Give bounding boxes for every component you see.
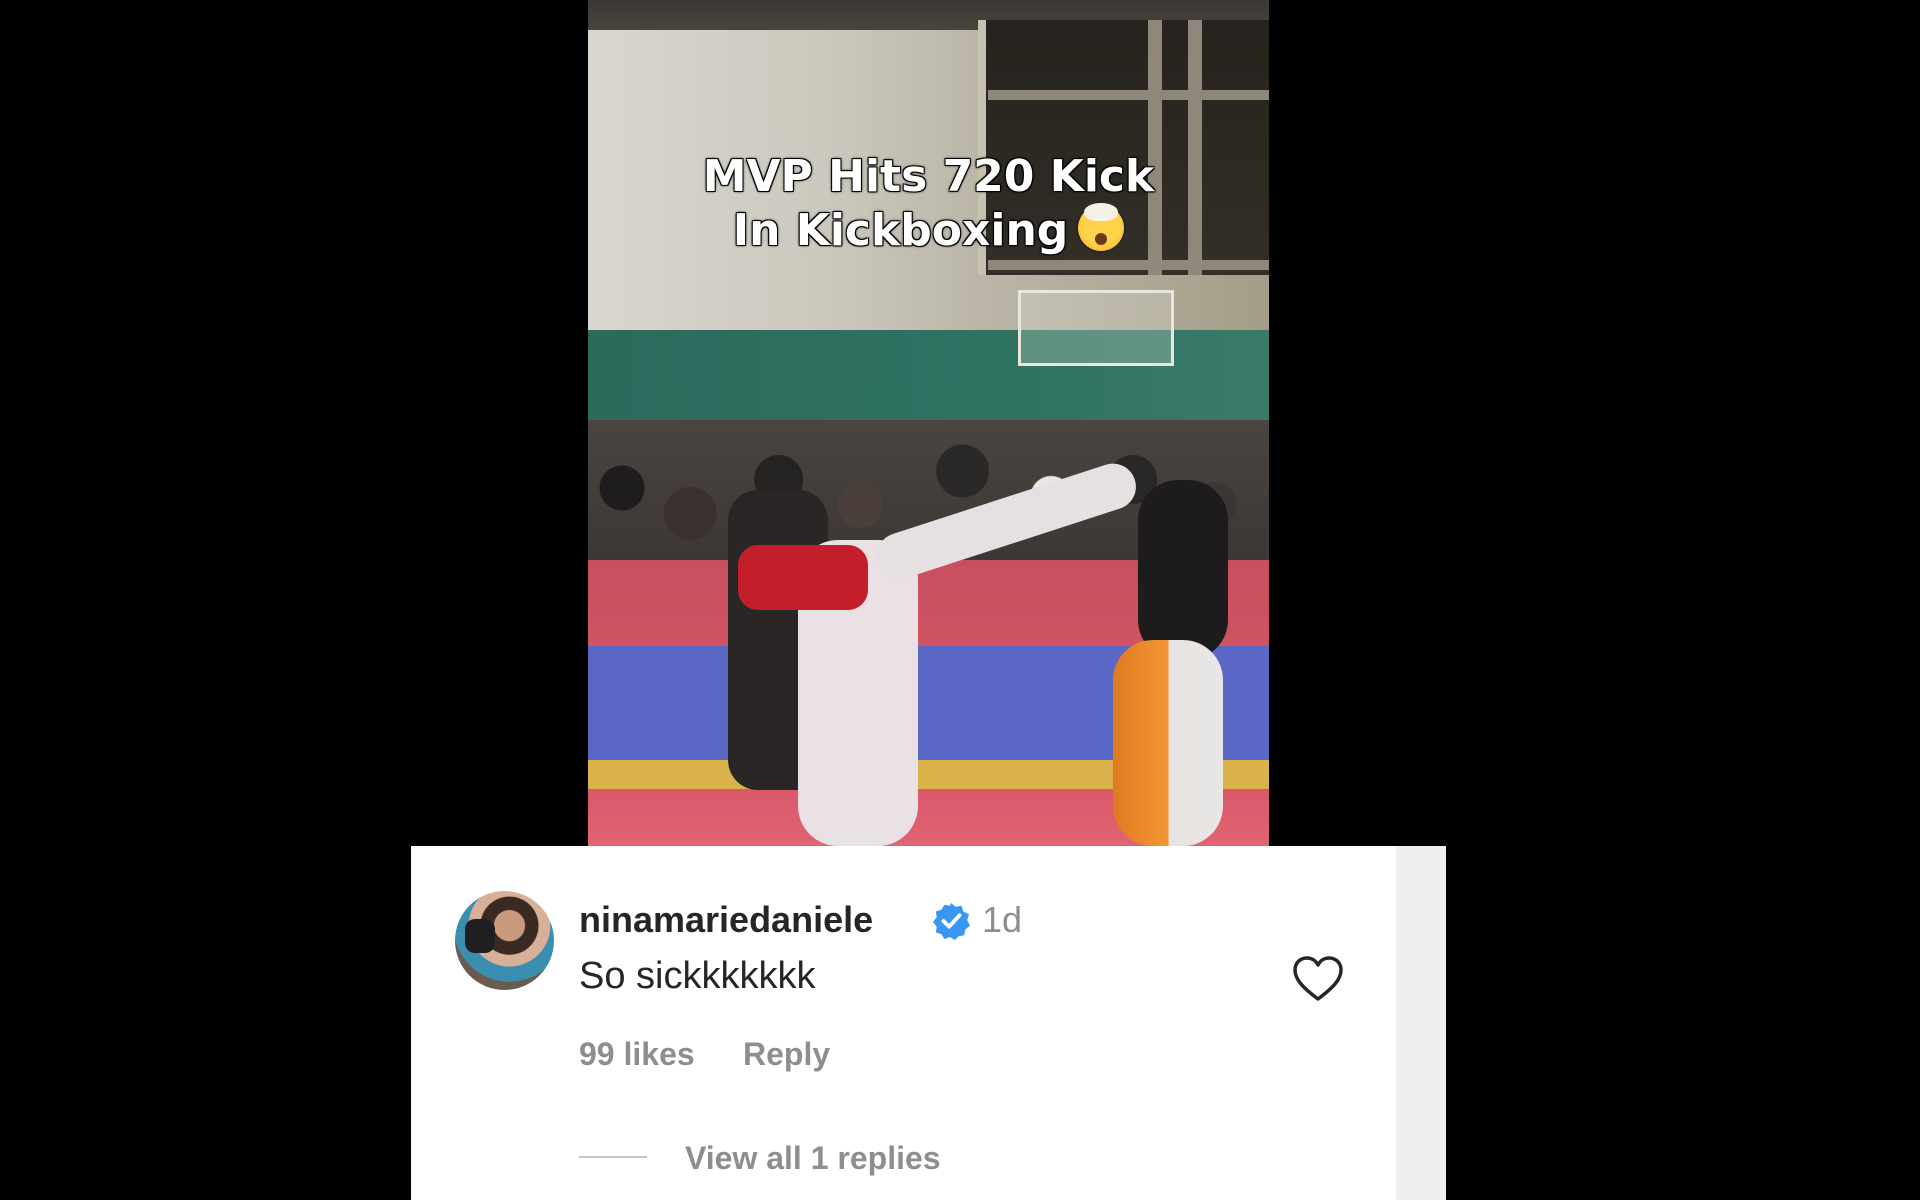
video-scene-window-bar (988, 260, 1269, 270)
comment-timestamp: 1d (982, 899, 1023, 940)
avatar-glove (465, 919, 495, 953)
comment-likes-count[interactable]: 99 likes (579, 1032, 695, 1076)
comment-text: So sickkkkkkk (579, 955, 816, 997)
video-caption-line: MVP Hits 720 Kick (702, 151, 1155, 202)
replies-divider-line (579, 1156, 647, 1158)
reply-button[interactable]: Reply (743, 1032, 830, 1076)
video-caption-line: In Kickboxing (588, 203, 1269, 258)
video-scene-fighter-orange-pants (1113, 640, 1223, 846)
verified-badge-icon (932, 902, 970, 940)
video-scene-basketball-hoop (1018, 290, 1174, 366)
video-scene-window-bar (988, 90, 1269, 100)
view-replies-button[interactable]: View all 1 replies (685, 1136, 941, 1180)
comment-username[interactable]: ninamariedaniele (579, 896, 873, 944)
video-scene-fighter-black (1138, 480, 1228, 660)
video-caption-text: In Kickboxing (732, 205, 1069, 256)
video-player[interactable]: MVP Hits 720 Kick In Kickboxing (588, 0, 1269, 846)
video-caption: MVP Hits 720 Kick In Kickboxing (588, 150, 1269, 258)
avatar[interactable] (455, 891, 554, 990)
heart-icon[interactable] (1292, 955, 1344, 1003)
exploding-head-emoji-icon (1078, 203, 1125, 251)
scrollbar-track[interactable] (1396, 846, 1446, 1200)
video-scene-fighter-red-top (738, 545, 868, 610)
